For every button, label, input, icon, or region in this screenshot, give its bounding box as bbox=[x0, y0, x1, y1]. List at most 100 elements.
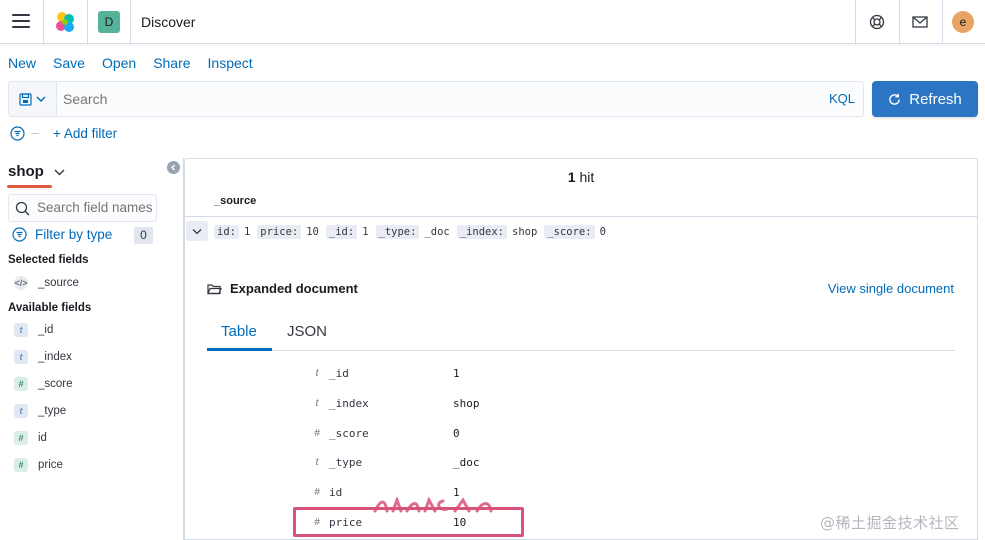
field-name: _score bbox=[38, 378, 73, 390]
expanded-document-label: Expanded document bbox=[230, 281, 358, 296]
save-link[interactable]: Save bbox=[53, 55, 85, 71]
header-divider bbox=[43, 0, 44, 44]
open-link[interactable]: Open bbox=[102, 55, 136, 71]
new-link[interactable]: New bbox=[8, 55, 36, 71]
source-column-header: _source bbox=[214, 195, 257, 207]
filter-icon bbox=[12, 227, 27, 242]
doc-field-value: _doc bbox=[453, 455, 480, 469]
results-panel: 1 hit _source id: 1 price: 10 _id: 1 _type:… bbox=[184, 158, 978, 540]
source-value: 1 bbox=[243, 226, 251, 238]
filter-by-type-label: Filter by type bbox=[35, 227, 113, 242]
doc-field-name: _type bbox=[329, 455, 363, 469]
field-item-index[interactable]: t _index bbox=[14, 348, 72, 366]
search-input[interactable] bbox=[63, 91, 763, 107]
chevron-down-icon bbox=[54, 169, 65, 175]
field-item-price[interactable]: # price bbox=[14, 456, 63, 474]
index-pattern-underline bbox=[7, 185, 52, 188]
index-pattern-selector[interactable]: shop bbox=[8, 163, 65, 180]
expanded-document-title: Expanded document bbox=[207, 281, 358, 296]
annotation-scribble bbox=[373, 497, 493, 513]
filter-row: + Add filter bbox=[10, 126, 117, 141]
source-key: id: bbox=[214, 225, 239, 239]
app-title: Discover bbox=[141, 14, 196, 30]
query-language-button[interactable]: KQL bbox=[829, 91, 855, 106]
string-type-icon: t bbox=[315, 456, 319, 468]
field-name: id bbox=[38, 432, 47, 444]
header-divider bbox=[130, 0, 131, 44]
doc-field-value: shop bbox=[453, 396, 480, 410]
inspect-link[interactable]: Inspect bbox=[208, 55, 253, 71]
filter-options-icon[interactable] bbox=[10, 126, 25, 141]
string-type-icon: t bbox=[315, 397, 319, 409]
available-fields-title: Available fields bbox=[8, 302, 92, 314]
source-value: 10 bbox=[306, 226, 319, 238]
chevron-down-icon bbox=[36, 96, 46, 102]
header-divider bbox=[899, 0, 900, 44]
doc-field-name: _score bbox=[329, 426, 369, 440]
query-bar: KQL bbox=[8, 81, 864, 117]
source-key: _type: bbox=[375, 225, 420, 239]
source-value: 1 bbox=[362, 226, 369, 238]
help-icon[interactable] bbox=[867, 12, 887, 32]
table-divider bbox=[185, 216, 977, 217]
hit-count-number: 1 bbox=[567, 169, 576, 185]
doc-field-row: t _id 1 bbox=[311, 364, 460, 382]
row-toggle-button[interactable] bbox=[186, 221, 208, 241]
doc-field-row: t _index shop bbox=[311, 394, 480, 412]
index-pattern-name: shop bbox=[8, 163, 44, 180]
string-type-icon: t bbox=[14, 323, 28, 337]
field-name: _type bbox=[38, 405, 67, 417]
chevron-down-icon bbox=[192, 228, 202, 234]
doc-field-value: 1 bbox=[453, 366, 460, 380]
field-item-id-number[interactable]: # id bbox=[14, 429, 47, 447]
field-name: _index bbox=[38, 351, 72, 363]
selected-fields-title: Selected fields bbox=[8, 254, 89, 266]
header-divider bbox=[87, 0, 88, 44]
watermark-text: @稀土掘金技术社区 bbox=[820, 514, 960, 532]
source-value: _doc bbox=[424, 226, 450, 238]
source-key: _id: bbox=[325, 225, 358, 239]
field-item-type[interactable]: t _type bbox=[14, 402, 66, 420]
tab-json[interactable]: JSON bbox=[287, 323, 327, 340]
doc-field-row: # _score 0 bbox=[311, 424, 460, 442]
collapse-sidebar-icon[interactable] bbox=[167, 161, 180, 174]
refresh-icon bbox=[889, 93, 901, 105]
tab-table[interactable]: Table bbox=[221, 323, 257, 340]
menu-icon[interactable] bbox=[12, 14, 30, 28]
space-avatar[interactable]: D bbox=[98, 11, 120, 33]
top-header: D Discover e bbox=[0, 0, 985, 44]
number-type-icon: # bbox=[314, 427, 320, 439]
string-type-icon: t bbox=[14, 350, 28, 364]
field-sidebar: shop Filter by type 0 Selected fields </… bbox=[0, 158, 184, 540]
elastic-logo-icon[interactable] bbox=[53, 11, 77, 33]
document-tabs: Table JSON bbox=[207, 313, 955, 351]
field-search-input[interactable] bbox=[37, 200, 155, 215]
active-tab-indicator bbox=[207, 348, 272, 351]
refresh-button[interactable]: Refresh bbox=[872, 81, 978, 117]
view-single-document-link[interactable]: View single document bbox=[828, 281, 954, 296]
doc-field-name: _index bbox=[329, 396, 369, 410]
source-field-icon: </> bbox=[14, 276, 28, 290]
field-name: price bbox=[38, 459, 63, 471]
add-filter-button[interactable]: + Add filter bbox=[53, 126, 117, 141]
user-avatar[interactable]: e bbox=[952, 11, 974, 33]
saved-query-button[interactable] bbox=[9, 82, 57, 116]
search-icon bbox=[15, 201, 30, 216]
doc-field-row: t _type _doc bbox=[311, 453, 480, 471]
top-nav-menu: New Save Open Share Inspect bbox=[8, 55, 270, 71]
doc-field-value: 0 bbox=[453, 426, 460, 440]
string-type-icon: t bbox=[14, 404, 28, 418]
field-name: _source bbox=[38, 277, 79, 289]
field-item-score[interactable]: # _score bbox=[14, 375, 73, 393]
field-item-id[interactable]: t _id bbox=[14, 321, 53, 339]
number-type-icon: # bbox=[14, 458, 28, 472]
selected-field-source[interactable]: </> _source bbox=[14, 274, 79, 292]
source-value: 0 bbox=[599, 226, 606, 238]
share-link[interactable]: Share bbox=[153, 55, 190, 71]
mail-icon[interactable] bbox=[910, 12, 930, 32]
field-name: _id bbox=[38, 324, 54, 336]
filter-by-type-button[interactable]: Filter by type bbox=[12, 227, 112, 242]
hit-count: 1 hit bbox=[185, 169, 977, 185]
source-key: price: bbox=[257, 225, 302, 239]
string-type-icon: t bbox=[315, 367, 319, 379]
